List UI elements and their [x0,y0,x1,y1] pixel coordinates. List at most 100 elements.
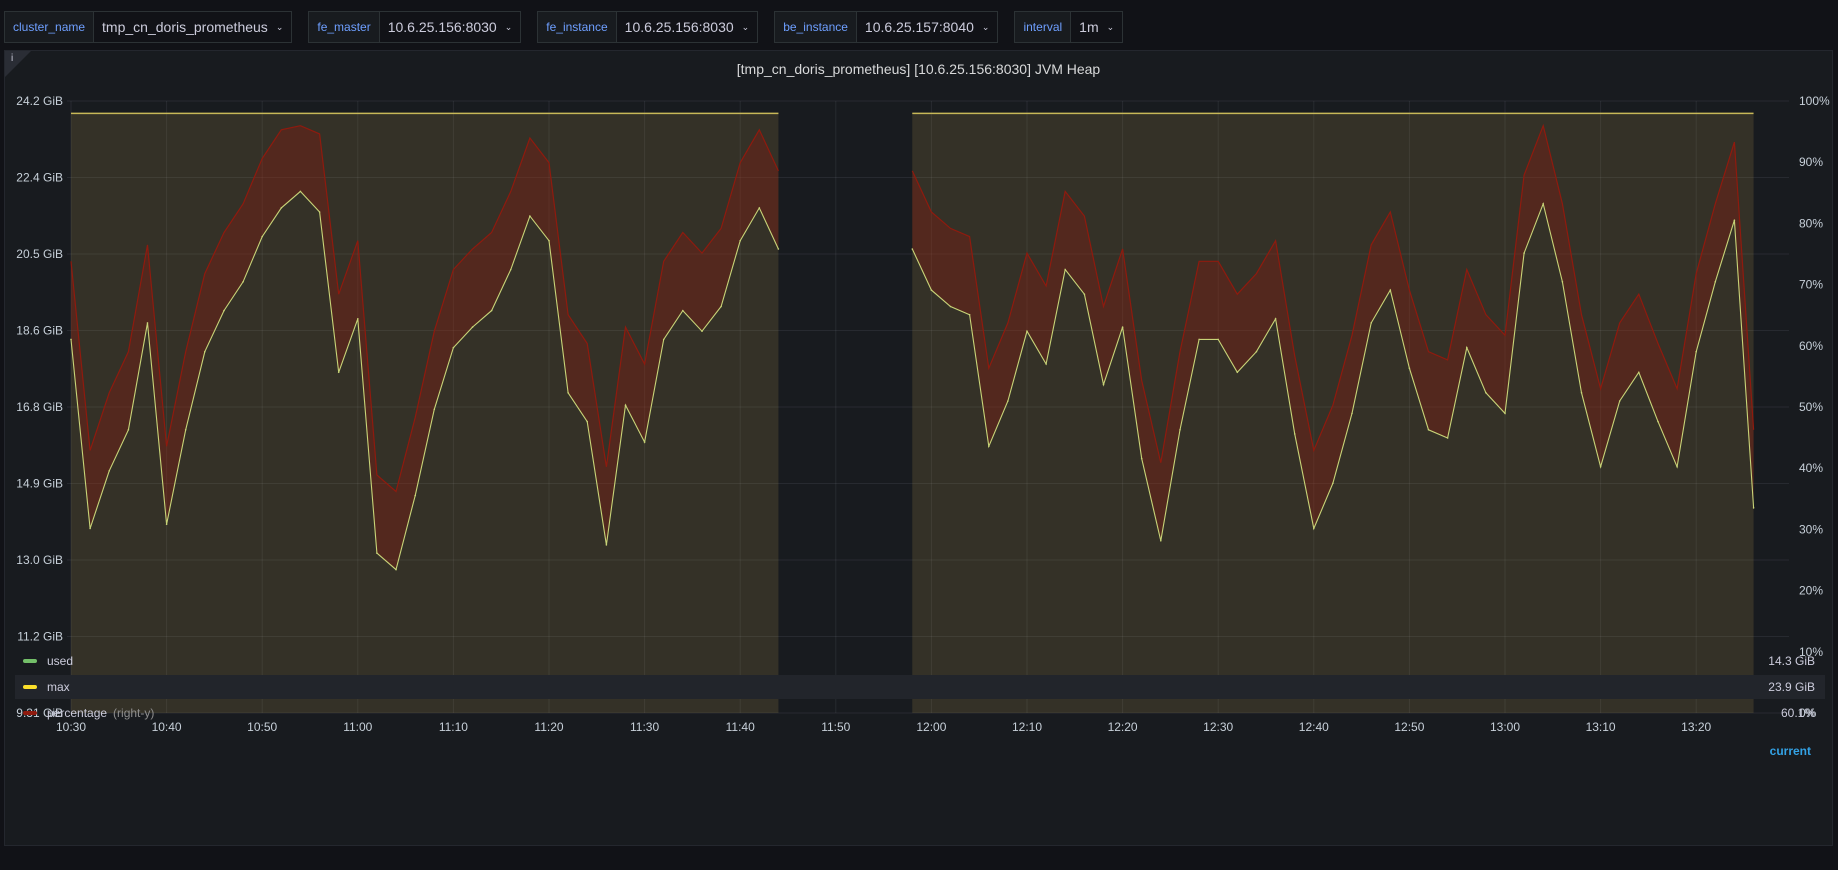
used-data-point [357,318,359,320]
y-left-tick-label: 14.9 GiB [16,477,63,491]
legend-header-current[interactable]: current [1770,744,1811,758]
variable-label: interval [1014,11,1071,43]
variable-label: cluster_name [4,11,94,43]
used-data-point [548,239,550,242]
legend-name-text: percentage [47,706,108,720]
chart-area[interactable]: 9.31 GiB11.2 GiB13.0 GiB14.9 GiB16.8 GiB… [5,51,1834,847]
used-data-point [1255,350,1258,353]
used-data-point [1733,219,1736,221]
variable-cluster-name[interactable]: cluster_name tmp_cn_doris_prometheus ⌄ [4,11,293,43]
y-left-tick-label: 13.0 GiB [16,553,63,567]
used-data-point [605,544,608,546]
used-data-point [1160,540,1162,542]
used-data-point [662,338,665,341]
y-right-tick-label: 80% [1799,216,1823,230]
used-data-point [1446,437,1449,439]
used-data-point [586,420,588,423]
legend-name: percentage (right-y) [47,706,1781,720]
chevron-down-icon: ⌄ [275,22,284,32]
used-data-point [337,371,340,374]
used-data-point [1638,371,1640,374]
y-left-tick-label: 16.8 GiB [16,400,63,414]
used-data-point [1026,330,1028,333]
y-left-tick-label: 24.2 GiB [16,94,63,108]
used-data-point [1370,322,1372,324]
y-right-tick-label: 90% [1799,155,1823,169]
used-data-point [395,568,397,571]
used-data-point [701,330,703,333]
y-right-tick-label: 40% [1799,461,1823,475]
used-data-point [1618,400,1621,402]
variable-be-instance[interactable]: be_instance 10.6.25.157:8040 ⌄ [774,11,999,43]
used-data-point [529,215,531,217]
variable-bar: cluster_name tmp_cn_doris_prometheus ⌄ fe… [0,10,1124,44]
used-data-point [988,445,990,448]
used-data-point [777,248,780,250]
legend-swatch [23,659,37,663]
used-data-point [510,268,512,271]
used-data-point [261,235,264,238]
legend-swatch [23,711,37,715]
used-data-point [1064,268,1066,271]
legend-item-max[interactable]: max 23.9 GiB [15,675,1825,699]
used-data-point [127,429,130,431]
used-data-point [223,309,225,312]
variable-fe-instance[interactable]: fe_instance 10.6.25.156:8030 ⌄ [537,11,759,43]
used-data-point [376,552,378,554]
variable-fe-master[interactable]: fe_master 10.6.25.156:8030 ⌄ [308,11,522,43]
y-left-tick-label: 20.5 GiB [16,247,63,261]
y-left-tick-label: 18.6 GiB [16,324,63,338]
used-data-point [758,207,761,209]
variable-interval[interactable]: interval 1m ⌄ [1014,11,1124,43]
used-data-point [1599,466,1602,468]
variable-select[interactable]: 10.6.25.156:8030 ⌄ [378,11,522,43]
chevron-down-icon: ⌄ [981,22,990,32]
chevron-down-icon: ⌄ [741,22,750,32]
used-data-point [1389,289,1392,291]
used-data-point [433,408,436,411]
used-data-point [1198,338,1200,341]
variable-value: tmp_cn_doris_prometheus [102,19,268,35]
used-data-point [1121,326,1124,328]
chevron-down-icon: ⌄ [504,22,513,32]
chevron-down-icon: ⌄ [1106,22,1115,32]
y-left-tick-label: 11.2 GiB [17,630,63,644]
used-data-point [567,392,569,394]
used-data-point [1676,466,1678,468]
y-right-tick-label: 50% [1799,400,1823,414]
used-data-point [1580,392,1583,394]
used-data-point [146,322,149,324]
y-left-tick-label: 22.4 GiB [16,171,63,185]
variable-value: 10.6.25.156:8030 [387,19,497,35]
variable-select[interactable]: 10.6.25.156:8030 ⌄ [615,11,759,43]
used-data-point [1083,293,1086,295]
variable-select[interactable]: 1m ⌄ [1070,11,1124,43]
used-data-point [739,239,741,242]
used-data-point [1236,371,1239,374]
used-data-point [318,211,321,213]
used-data-point [471,326,474,328]
variable-select[interactable]: tmp_cn_doris_prometheus ⌄ [93,11,293,43]
legend-value: 60.1% [1780,706,1815,720]
used-data-point [624,404,627,407]
used-data-point [1714,281,1717,283]
used-data-point [452,346,455,349]
legend-value: 14.3 GiB [1768,654,1815,668]
legend-value: 23.9 GiB [1768,680,1815,694]
used-data-point [1408,367,1411,370]
used-data-point [184,429,187,431]
legend-item-used[interactable]: used 14.3 GiB [15,649,1825,673]
used-data-point [968,313,971,316]
legend-item-percentage[interactable]: percentage (right-y) 60.1% [15,701,1825,725]
legend-swatch [23,685,37,689]
used-data-point [1313,527,1315,530]
variable-select[interactable]: 10.6.25.157:8040 ⌄ [855,11,999,43]
used-data-point [1351,412,1353,415]
used-data-point [1752,507,1755,509]
used-data-point [70,338,72,341]
used-data-point [165,523,168,526]
y-right-tick-label: 70% [1799,278,1823,292]
used-data-point [1523,252,1525,254]
used-data-point [1274,318,1277,320]
used-data-point [1561,281,1564,283]
